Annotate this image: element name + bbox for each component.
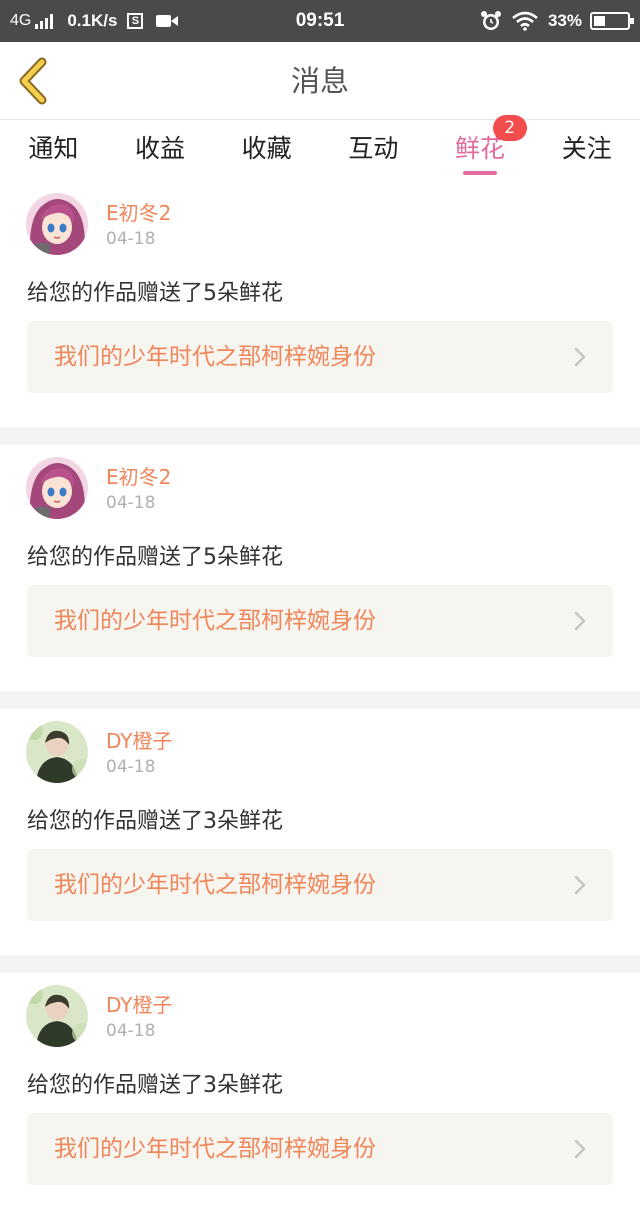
message-card: E初冬2 04-18 给您的作品赠送了5朵鲜花 我们的少年时代之郚柯梓婉身份 [0, 445, 640, 691]
work-link[interactable]: 我们的少年时代之郚柯梓婉身份 [27, 585, 613, 657]
wifi-icon [512, 11, 538, 31]
message-date: 04-18 [106, 1021, 156, 1041]
user-avatar[interactable] [26, 721, 88, 783]
tab-label: 收益 [135, 134, 186, 163]
username[interactable]: E初冬2 [106, 197, 171, 226]
message-date: 04-18 [106, 757, 156, 777]
message-card: E初冬2 04-18 给您的作品赠送了5朵鲜花 我们的少年时代之郚柯梓婉身份 [0, 181, 640, 427]
work-link[interactable]: 我们的少年时代之郚柯梓婉身份 [27, 321, 613, 393]
tab-notifications[interactable]: 通知 [0, 121, 107, 181]
tab-label: 通知 [28, 134, 79, 163]
message-card: DY橙子 04-18 给您的作品赠送了3朵鲜花 我们的少年时代之郚柯梓婉身份 [0, 973, 640, 1219]
tab-earnings[interactable]: 收益 [107, 121, 214, 181]
page-title: 消息 [290, 64, 349, 98]
tab-bar: 通知 收益 收藏 互动 鲜花 2 关注 [0, 115, 640, 181]
work-link[interactable]: 我们的少年时代之郚柯梓婉身份 [27, 849, 613, 921]
username[interactable]: E初冬2 [106, 461, 171, 490]
tab-favorites[interactable]: 收藏 [213, 121, 320, 181]
chevron-right-icon [574, 875, 586, 895]
user-avatar[interactable] [26, 457, 88, 519]
username[interactable]: DY橙子 [106, 989, 173, 1018]
work-title: 我们的少年时代之郚柯梓婉身份 [54, 344, 376, 370]
message-card: DY橙子 04-18 给您的作品赠送了3朵鲜花 我们的少年时代之郚柯梓婉身份 [0, 709, 640, 955]
message-text: 给您的作品赠送了3朵鲜花 [27, 809, 283, 834]
message-date: 04-18 [106, 229, 156, 249]
tab-label: 互动 [348, 134, 399, 163]
tab-interactions[interactable]: 互动 [320, 121, 427, 181]
message-date: 04-18 [106, 493, 156, 513]
status-right: 33% [480, 0, 634, 42]
boy-portrait-avatar-icon [26, 985, 88, 1047]
anime-girl-avatar-icon [26, 193, 88, 255]
work-title: 我们的少年时代之郚柯梓婉身份 [54, 608, 376, 634]
username[interactable]: DY橙子 [106, 725, 173, 754]
alarm-icon [480, 11, 501, 30]
tab-label: 收藏 [241, 134, 292, 163]
unread-badge: 2 [492, 115, 527, 141]
battery-percent: 33% [547, 11, 582, 30]
tab-label: 关注 [561, 134, 612, 163]
work-title: 我们的少年时代之郚柯梓婉身份 [54, 1136, 376, 1162]
nav-bar: 消息 [0, 42, 640, 120]
anime-girl-avatar-icon [26, 457, 88, 519]
card-divider [0, 427, 640, 445]
chevron-right-icon [574, 1139, 586, 1159]
user-avatar[interactable] [26, 193, 88, 255]
user-avatar[interactable] [26, 985, 88, 1047]
card-divider [0, 955, 640, 973]
message-text: 给您的作品赠送了5朵鲜花 [27, 545, 283, 570]
work-title: 我们的少年时代之郚柯梓婉身份 [54, 872, 376, 898]
tab-flowers[interactable]: 鲜花 2 [427, 115, 534, 181]
message-text: 给您的作品赠送了5朵鲜花 [27, 281, 283, 306]
work-link[interactable]: 我们的少年时代之郚柯梓婉身份 [27, 1113, 613, 1185]
chevron-right-icon [574, 611, 586, 631]
card-divider [0, 691, 640, 709]
tab-following[interactable]: 关注 [533, 121, 640, 181]
battery-icon [590, 12, 634, 30]
message-feed: E初冬2 04-18 给您的作品赠送了5朵鲜花 我们的少年时代之郚柯梓婉身份 E… [0, 181, 640, 1219]
message-text: 给您的作品赠送了3朵鲜花 [27, 1073, 283, 1098]
boy-portrait-avatar-icon [26, 721, 88, 783]
chevron-right-icon [574, 347, 586, 367]
status-bar: 4G 0.1K/s S 09:51 33% [0, 0, 640, 42]
